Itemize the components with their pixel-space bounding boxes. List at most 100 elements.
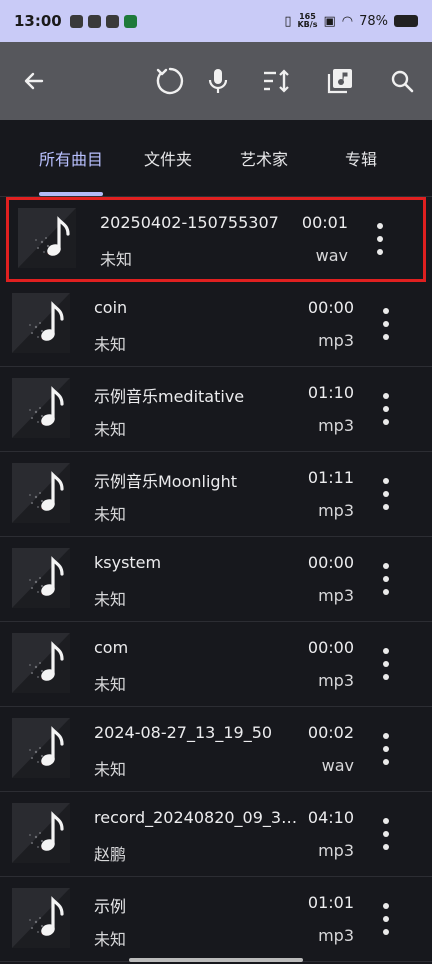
more-vertical-icon (383, 563, 389, 569)
album-art (12, 378, 70, 438)
notification-icon (123, 14, 137, 28)
notification-icon (69, 14, 83, 28)
arrow-left-icon (24, 72, 44, 90)
more-options-button[interactable] (376, 393, 396, 425)
track-artist: 未知 (94, 675, 127, 694)
track-duration: 00:00 (307, 553, 354, 572)
more-options-button[interactable] (376, 733, 396, 765)
track-artist: 未知 (94, 760, 127, 779)
track-format: mp3 (318, 586, 354, 605)
more-options-button[interactable] (376, 563, 396, 595)
music-library-button[interactable] (318, 42, 362, 120)
track-title: coin (94, 298, 128, 317)
more-vertical-icon (383, 308, 389, 314)
track-format: wav (321, 756, 354, 775)
notification-icon (105, 14, 119, 28)
music-note-icon (12, 293, 70, 353)
track-row[interactable]: 2024-08-27_13_19_50 未知 00:02 wav (0, 707, 432, 792)
tab-all-tracks[interactable]: 所有曲目 (30, 120, 112, 196)
track-format: mp3 (318, 926, 354, 945)
gesture-bar[interactable] (129, 958, 303, 962)
track-row[interactable]: 示例音乐Moonlight 未知 01:11 mp3 (0, 452, 432, 537)
track-row[interactable]: com 未知 00:00 mp3 (0, 622, 432, 707)
album-art (12, 803, 70, 863)
voice-search-button[interactable] (196, 42, 240, 120)
more-options-button[interactable] (376, 478, 396, 510)
album-art (12, 633, 70, 693)
more-vertical-icon (383, 903, 389, 909)
track-duration: 04:10 (307, 808, 354, 827)
status-time: 13:00 (14, 12, 62, 30)
track-title: 示例音乐Moonlight (94, 472, 237, 491)
tab-artists[interactable]: 艺术家 (226, 120, 302, 196)
track-artist: 未知 (94, 420, 127, 439)
more-vertical-icon (383, 733, 389, 739)
tab-bar: 所有曲目 文件夹 艺术家 专辑 (0, 120, 432, 197)
more-options-button[interactable] (376, 308, 396, 340)
track-duration: 01:10 (307, 383, 354, 402)
track-artist: 未知 (94, 590, 127, 609)
search-icon (391, 70, 414, 93)
track-row[interactable]: 示例 未知 01:01 mp3 (0, 877, 432, 962)
track-duration: 00:00 (307, 298, 354, 317)
vibrate-icon: ▯ (284, 13, 292, 29)
sort-button[interactable] (254, 42, 298, 120)
sort-icon (264, 69, 289, 93)
track-format: mp3 (318, 416, 354, 435)
more-vertical-icon (383, 393, 389, 399)
album-art (12, 718, 70, 778)
track-artist: 未知 (94, 505, 127, 524)
tab-indicator (39, 192, 103, 196)
music-note-icon (12, 718, 70, 778)
music-note-icon (18, 208, 76, 268)
tab-albums[interactable]: 专辑 (326, 120, 396, 196)
toolbar (0, 42, 432, 120)
track-format: mp3 (318, 671, 354, 690)
track-row[interactable]: 示例音乐meditative 未知 01:10 mp3 (0, 367, 432, 452)
more-options-button[interactable] (376, 818, 396, 850)
track-duration: 01:01 (307, 893, 354, 912)
track-artist: 赵鹏 (94, 845, 127, 864)
track-title: ksystem (94, 553, 162, 572)
more-vertical-icon (377, 223, 383, 229)
music-note-icon (12, 888, 70, 948)
track-duration: 00:02 (307, 723, 354, 742)
track-title: com (94, 638, 129, 657)
more-options-button[interactable] (376, 903, 396, 935)
track-title: 20250402-150755307 (100, 213, 279, 232)
track-row[interactable]: coin 未知 00:00 mp3 (0, 282, 432, 367)
tab-folders[interactable]: 文件夹 (130, 120, 206, 196)
more-options-button[interactable] (370, 223, 390, 255)
back-button[interactable] (12, 42, 56, 120)
status-right: ▯ 165 KB/s ▣ ◠ 78% (284, 13, 418, 29)
track-artist: 未知 (100, 250, 133, 269)
album-art (18, 208, 76, 268)
track-format: mp3 (318, 331, 354, 350)
music-note-icon (12, 463, 70, 523)
track-row[interactable]: record_20240820_09_38… 赵鹏 04:10 mp3 (0, 792, 432, 877)
track-artist: 未知 (94, 930, 127, 949)
track-title: record_20240820_09_38… (94, 808, 304, 827)
sim-icon: ▣ (323, 13, 336, 29)
network-speed: 165 KB/s (297, 12, 318, 29)
more-vertical-icon (383, 818, 389, 824)
refresh-button[interactable] (148, 42, 192, 120)
notification-icon (87, 14, 101, 28)
track-title: 2024-08-27_13_19_50 (94, 723, 273, 742)
album-art (12, 293, 70, 353)
music-note-icon (12, 378, 70, 438)
music-note-icon (12, 548, 70, 608)
microphone-icon (208, 69, 228, 93)
status-bar: 13:00 ▯ 165 KB/s ▣ ◠ 78% (0, 0, 432, 42)
album-art (12, 888, 70, 948)
track-row[interactable]: 20250402-150755307 未知 00:01 wav (6, 197, 426, 282)
music-note-icon (12, 633, 70, 693)
track-list: 20250402-150755307 未知 00:01 wav coin 未知 … (0, 197, 432, 962)
refresh-icon (156, 67, 184, 95)
more-options-button[interactable] (376, 648, 396, 680)
track-format: wav (315, 246, 348, 265)
track-row[interactable]: ksystem 未知 00:00 mp3 (0, 537, 432, 622)
album-art (12, 463, 70, 523)
wifi-icon: ◠ (341, 13, 354, 29)
search-button[interactable] (380, 42, 424, 120)
